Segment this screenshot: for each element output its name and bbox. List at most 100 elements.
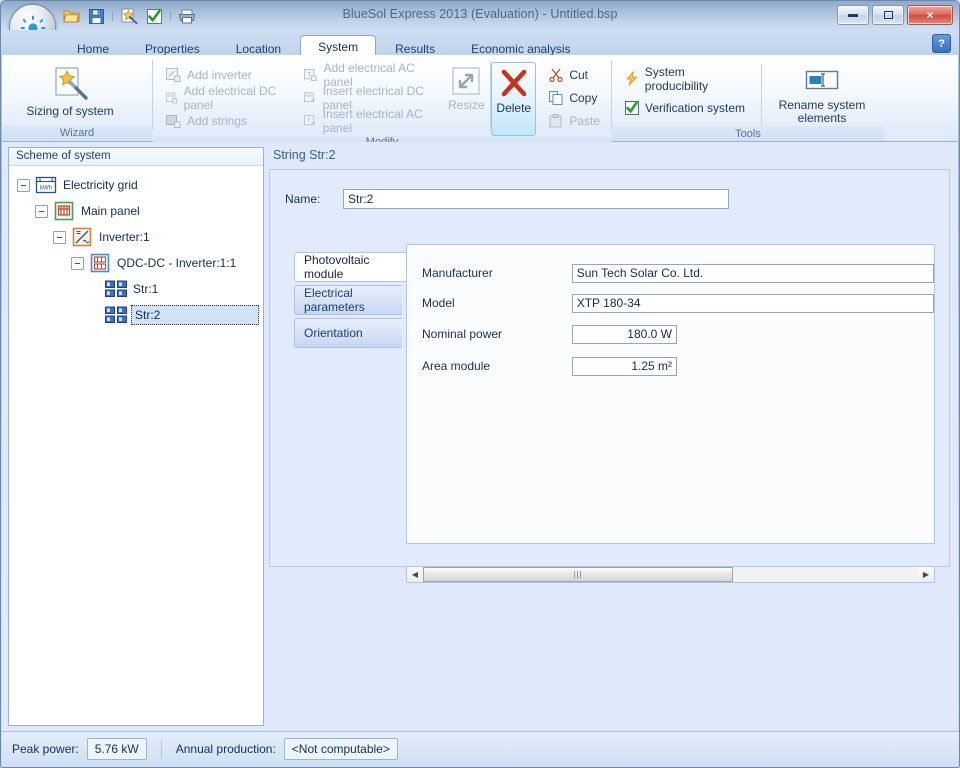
field-row-area-module: Area module (422, 350, 934, 382)
tools-column: System producibility Verification system (612, 60, 761, 118)
tab-orientation[interactable]: Orientation (294, 318, 402, 348)
tree-item-electricity-grid[interactable]: kWh Electricity grid (9, 172, 263, 198)
ribbon-group-wizard-title: Wizard (2, 125, 152, 141)
rename-system-elements-button[interactable]: Rename system elements (762, 60, 882, 125)
ribbon-group-wizard: Sizing of system Wizard (2, 55, 152, 141)
add-electrical-dc-panel-label: Add electrical DC panel (183, 83, 277, 112)
annual-production-label: Annual production: (175, 742, 276, 756)
add-inverter-button[interactable]: Add inverter (161, 64, 285, 85)
tab-electrical-parameters[interactable]: Electrical parameters (294, 285, 402, 315)
model-input[interactable] (571, 293, 934, 313)
expander-icon[interactable] (71, 256, 84, 270)
area-module-input[interactable] (572, 356, 677, 376)
grid-meter-icon: kWh (34, 175, 58, 195)
dc-panel-add-icon (166, 92, 178, 103)
resize-button[interactable]: Resize (442, 60, 490, 112)
insert-electrical-dc-panel-button[interactable]: Insert electrical DC panel (299, 84, 436, 112)
window-frame: BlueSol Express 2013 (Evaluation) - Unti… (0, 0, 960, 768)
manufacturer-label: Manufacturer (422, 266, 493, 280)
application-window: BlueSol Express 2013 (Evaluation) - Unti… (0, 0, 960, 768)
manufacturer-input[interactable] (571, 263, 934, 283)
scroll-right-button[interactable]: ▶ (918, 567, 934, 582)
cut-button[interactable]: Cut (544, 64, 605, 85)
system-producibility-button[interactable]: System producibility (620, 65, 755, 93)
sizing-of-system-button[interactable]: Sizing of system (2, 60, 138, 118)
tree-item-str-1[interactable]: Str:1 (9, 276, 263, 302)
expander-icon[interactable] (35, 204, 48, 218)
tree-item-main-panel[interactable]: Main panel (9, 198, 263, 224)
help-button[interactable]: ? (932, 34, 951, 53)
nominal-power-input[interactable] (572, 324, 677, 344)
name-label: Name: (285, 192, 321, 206)
peak-power-value: 5.76 kW (86, 738, 147, 760)
tab-photovoltaic-module[interactable]: Photovoltaic module (294, 252, 406, 282)
dc-panel-icon (88, 253, 112, 273)
rename-field-icon (805, 70, 839, 90)
expander-icon[interactable] (53, 230, 66, 244)
name-input[interactable] (343, 189, 729, 209)
tree-body: kWh Electricity grid Main panel Inverter… (9, 166, 263, 328)
copy-icon (549, 90, 563, 105)
copy-button[interactable]: Copy (544, 87, 605, 108)
paste-button[interactable]: Paste (544, 110, 605, 131)
delete-button[interactable]: Delete (491, 62, 537, 136)
add-electrical-dc-panel-button[interactable]: Add electrical DC panel (161, 84, 285, 112)
rename-label-line-2: elements (797, 111, 847, 125)
wizard-icon[interactable] (118, 6, 140, 27)
insert-electrical-ac-panel-label: Insert electrical AC panel (322, 106, 423, 135)
quick-access-toolbar (60, 5, 198, 27)
scroll-track[interactable]: ||| (423, 567, 918, 582)
close-icon: × (926, 8, 934, 22)
scroll-left-button[interactable]: ◀ (407, 567, 423, 582)
modify-column-1: Add inverter Add electrical DC panel Add… (153, 60, 291, 131)
content-area: Scheme of system kWh Electricity grid Ma… (2, 142, 958, 733)
tree-label: QDC-DC - Inverter:1:1 (117, 256, 237, 270)
main-panel-icon (52, 201, 76, 221)
ribbon-group-tools-title: Tools (612, 126, 884, 141)
scroll-grip: ||| (573, 570, 583, 579)
verification-system-button[interactable]: Verification system (620, 97, 755, 118)
add-strings-button[interactable]: Add strings (161, 110, 285, 131)
scroll-thumb[interactable]: ||| (423, 567, 733, 582)
insert-electrical-ac-panel-button[interactable]: T Insert electrical AC panel (299, 107, 436, 135)
window-controls: × (837, 5, 953, 25)
clipboard-column: Cut Copy Paste (536, 60, 611, 131)
horizontal-scrollbar[interactable]: ◀ ||| ▶ (406, 566, 935, 583)
tree-item-str-2[interactable]: Str:2 (9, 302, 263, 328)
cut-label: Cut (569, 67, 588, 82)
minimize-button[interactable] (837, 5, 869, 25)
status-separator (160, 739, 162, 759)
print-icon[interactable] (176, 6, 198, 27)
qat-separator (110, 9, 115, 23)
resize-label: Resize (447, 98, 485, 112)
string-icon (104, 279, 128, 299)
tree-item-qdc-dc-inverter-1-1[interactable]: QDC-DC - Inverter:1:1 (9, 250, 263, 276)
green-check-icon (625, 100, 639, 115)
ribbon-tabs: Home Properties Location System Results … (60, 30, 590, 58)
qat-separator-2 (168, 9, 173, 23)
paste-icon (549, 113, 562, 127)
expander-icon[interactable] (17, 178, 30, 192)
modify-column-2: T Add electrical AC panel Insert electri (291, 60, 442, 135)
ribbon: Sizing of system Wizard Add inverter Add… (2, 55, 958, 148)
tree-label: Str:1 (133, 282, 159, 296)
tree-label: Inverter:1 (99, 230, 150, 244)
ribbon-group-modify: Add inverter Add electrical DC panel Add… (153, 55, 611, 148)
open-icon[interactable] (60, 6, 82, 27)
tree-item-inverter-1[interactable]: Inverter:1 (9, 224, 263, 250)
delete-label: Delete (496, 101, 532, 115)
maximize-icon (883, 11, 893, 19)
minimize-icon (848, 13, 858, 17)
model-label: Model (422, 296, 455, 310)
ribbon-tab-strip: Home Properties Location System Results … (1, 30, 959, 58)
close-button[interactable]: × (907, 5, 953, 25)
verify-icon[interactable] (143, 6, 165, 27)
ribbon-group-tools: System producibility Verification system (612, 55, 884, 141)
save-icon[interactable] (85, 6, 107, 27)
title-bar: BlueSol Express 2013 (Evaluation) - Unti… (1, 1, 959, 51)
inverter-icon (70, 227, 94, 247)
add-electrical-ac-panel-button[interactable]: T Add electrical AC panel (299, 61, 436, 89)
field-list: Manufacturer Model Nominal power Area mo… (422, 258, 934, 382)
maximize-button[interactable] (872, 5, 904, 25)
paste-label: Paste (569, 113, 600, 128)
